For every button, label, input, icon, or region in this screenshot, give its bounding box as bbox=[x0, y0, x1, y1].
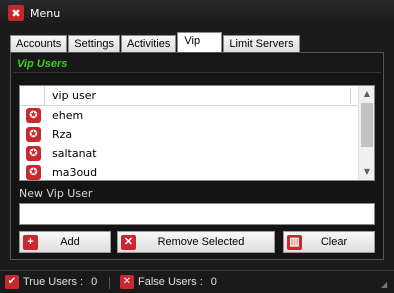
clear-button[interactable]: ▥ Clear bbox=[283, 231, 375, 253]
tools-icon: ✖ bbox=[8, 5, 24, 21]
vip-user-name: ma3oud bbox=[52, 166, 98, 179]
true-users-label: True Users : bbox=[23, 276, 84, 288]
tab-settings[interactable]: Settings bbox=[68, 35, 120, 53]
x-icon: ✕ bbox=[121, 235, 136, 250]
list-item[interactable]: ✪ ehem bbox=[20, 106, 358, 125]
true-users-count: 0 bbox=[91, 276, 98, 288]
scroll-thumb[interactable] bbox=[361, 103, 373, 147]
add-button[interactable]: + Add bbox=[19, 231, 111, 253]
vip-user-name: Rza bbox=[52, 128, 73, 141]
star-icon: ✪ bbox=[26, 108, 41, 123]
list-item[interactable]: ✪ ma3oud bbox=[20, 163, 358, 180]
status-bar: ✔ True Users : 0 ✕ False Users : 0 ◢ bbox=[0, 270, 394, 293]
tab-strip: Accounts Settings Activities Vip Limit S… bbox=[10, 32, 301, 53]
star-icon: ✪ bbox=[26, 165, 41, 180]
vip-user-name: saltanat bbox=[52, 147, 97, 160]
false-users-label: False Users : bbox=[138, 276, 203, 288]
resize-grip-icon[interactable]: ◢ bbox=[381, 280, 391, 290]
star-icon: ✪ bbox=[26, 146, 41, 161]
window-title: Menu bbox=[30, 6, 61, 20]
tab-accounts[interactable]: Accounts bbox=[10, 35, 68, 53]
scroll-up-arrow-icon[interactable]: ▲ bbox=[359, 86, 374, 102]
list-header: vip user bbox=[20, 86, 358, 106]
false-users-count: 0 bbox=[210, 276, 217, 288]
new-vip-user-label: New Vip User bbox=[19, 187, 93, 200]
false-users-status: ✕ False Users : 0 bbox=[120, 275, 217, 289]
remove-selected-button-label: Remove Selected bbox=[157, 236, 245, 248]
tab-limit-servers[interactable]: Limit Servers bbox=[223, 35, 300, 53]
x-icon: ✕ bbox=[120, 275, 134, 289]
true-users-status: ✔ True Users : 0 bbox=[5, 275, 97, 289]
tab-activities[interactable]: Activities bbox=[121, 35, 177, 53]
status-separator bbox=[109, 277, 110, 289]
new-vip-user-input[interactable] bbox=[19, 203, 375, 225]
star-icon: ✪ bbox=[26, 127, 41, 142]
title-bar: ✖ Menu bbox=[0, 0, 394, 26]
vip-panel: Vip Users vip user ✪ ehem ✪ Rza ✪ saltan… bbox=[10, 52, 384, 260]
vip-user-column-header[interactable]: vip user bbox=[52, 86, 96, 106]
list-item[interactable]: ✪ Rza bbox=[20, 125, 358, 144]
column-separator bbox=[350, 88, 351, 104]
vip-user-name: ehem bbox=[52, 109, 84, 122]
icon-column-header[interactable] bbox=[20, 86, 45, 106]
plus-icon: + bbox=[23, 235, 38, 250]
trash-icon: ▥ bbox=[287, 235, 302, 250]
vip-users-list[interactable]: vip user ✪ ehem ✪ Rza ✪ saltanat ✪ ma3ou… bbox=[19, 85, 375, 181]
vip-users-header: Vip Users bbox=[13, 55, 381, 73]
check-icon: ✔ bbox=[5, 275, 19, 289]
list-item[interactable]: ✪ saltanat bbox=[20, 144, 358, 163]
remove-selected-button[interactable]: ✕ Remove Selected bbox=[117, 231, 275, 253]
list-scrollbar[interactable]: ▲ ▼ bbox=[358, 86, 374, 180]
scroll-down-arrow-icon[interactable]: ▼ bbox=[359, 164, 374, 180]
tab-vip[interactable]: Vip bbox=[177, 32, 223, 53]
